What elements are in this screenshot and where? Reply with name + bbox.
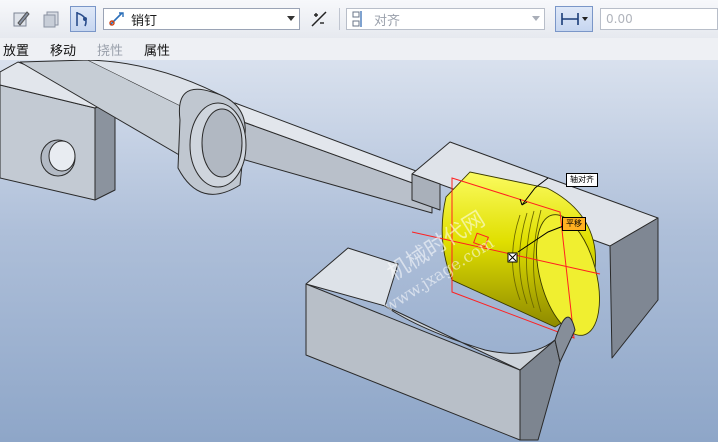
chevron-down-icon[interactable] bbox=[287, 16, 295, 21]
flip-icon bbox=[311, 11, 327, 27]
connection-type-dropdown[interactable]: 销钉 bbox=[103, 8, 300, 30]
graphics-window[interactable]: 轴对齐 平移 机械时代网 www.jxage.com bbox=[0, 60, 718, 442]
tab-properties[interactable]: 属性 bbox=[144, 40, 170, 59]
tab-flexibility[interactable]: 挠性 bbox=[97, 40, 123, 59]
tab-move[interactable]: 移动 bbox=[50, 40, 76, 59]
connecting-rod bbox=[177, 88, 441, 214]
axis-align-label: 轴对齐 bbox=[566, 173, 598, 187]
offset-input[interactable]: 0.00 bbox=[600, 8, 718, 30]
display-component-button[interactable] bbox=[38, 6, 64, 32]
copy-icon bbox=[43, 11, 59, 28]
pencil-icon bbox=[13, 11, 30, 27]
model-graphics bbox=[0, 60, 659, 441]
constraint-alignment-dropdown[interactable]: 对齐 bbox=[346, 8, 545, 30]
coincident-icon bbox=[561, 13, 588, 25]
chevron-down-icon[interactable] bbox=[532, 16, 540, 21]
connection-icon bbox=[76, 12, 87, 27]
alignment-value: 对齐 bbox=[374, 13, 401, 29]
edit-mechanism-button[interactable] bbox=[8, 6, 34, 32]
align-icon bbox=[352, 11, 362, 27]
connection-type-value: 销钉 bbox=[131, 13, 158, 29]
translation-label: 平移 bbox=[562, 217, 586, 231]
constraint-marker bbox=[507, 252, 518, 263]
dashboard-toolbar: 销钉 对齐 0.00 bbox=[0, 0, 718, 39]
offset-type-button[interactable] bbox=[555, 6, 593, 32]
flip-direction-button[interactable] bbox=[306, 6, 332, 32]
tab-placement[interactable]: 放置 bbox=[3, 40, 29, 59]
dashboard-tabs: 放置 移动 挠性 属性 bbox=[0, 38, 718, 60]
toolbar-separator bbox=[339, 8, 340, 30]
connection-mode-button[interactable] bbox=[70, 6, 96, 32]
pin-icon bbox=[109, 12, 124, 26]
